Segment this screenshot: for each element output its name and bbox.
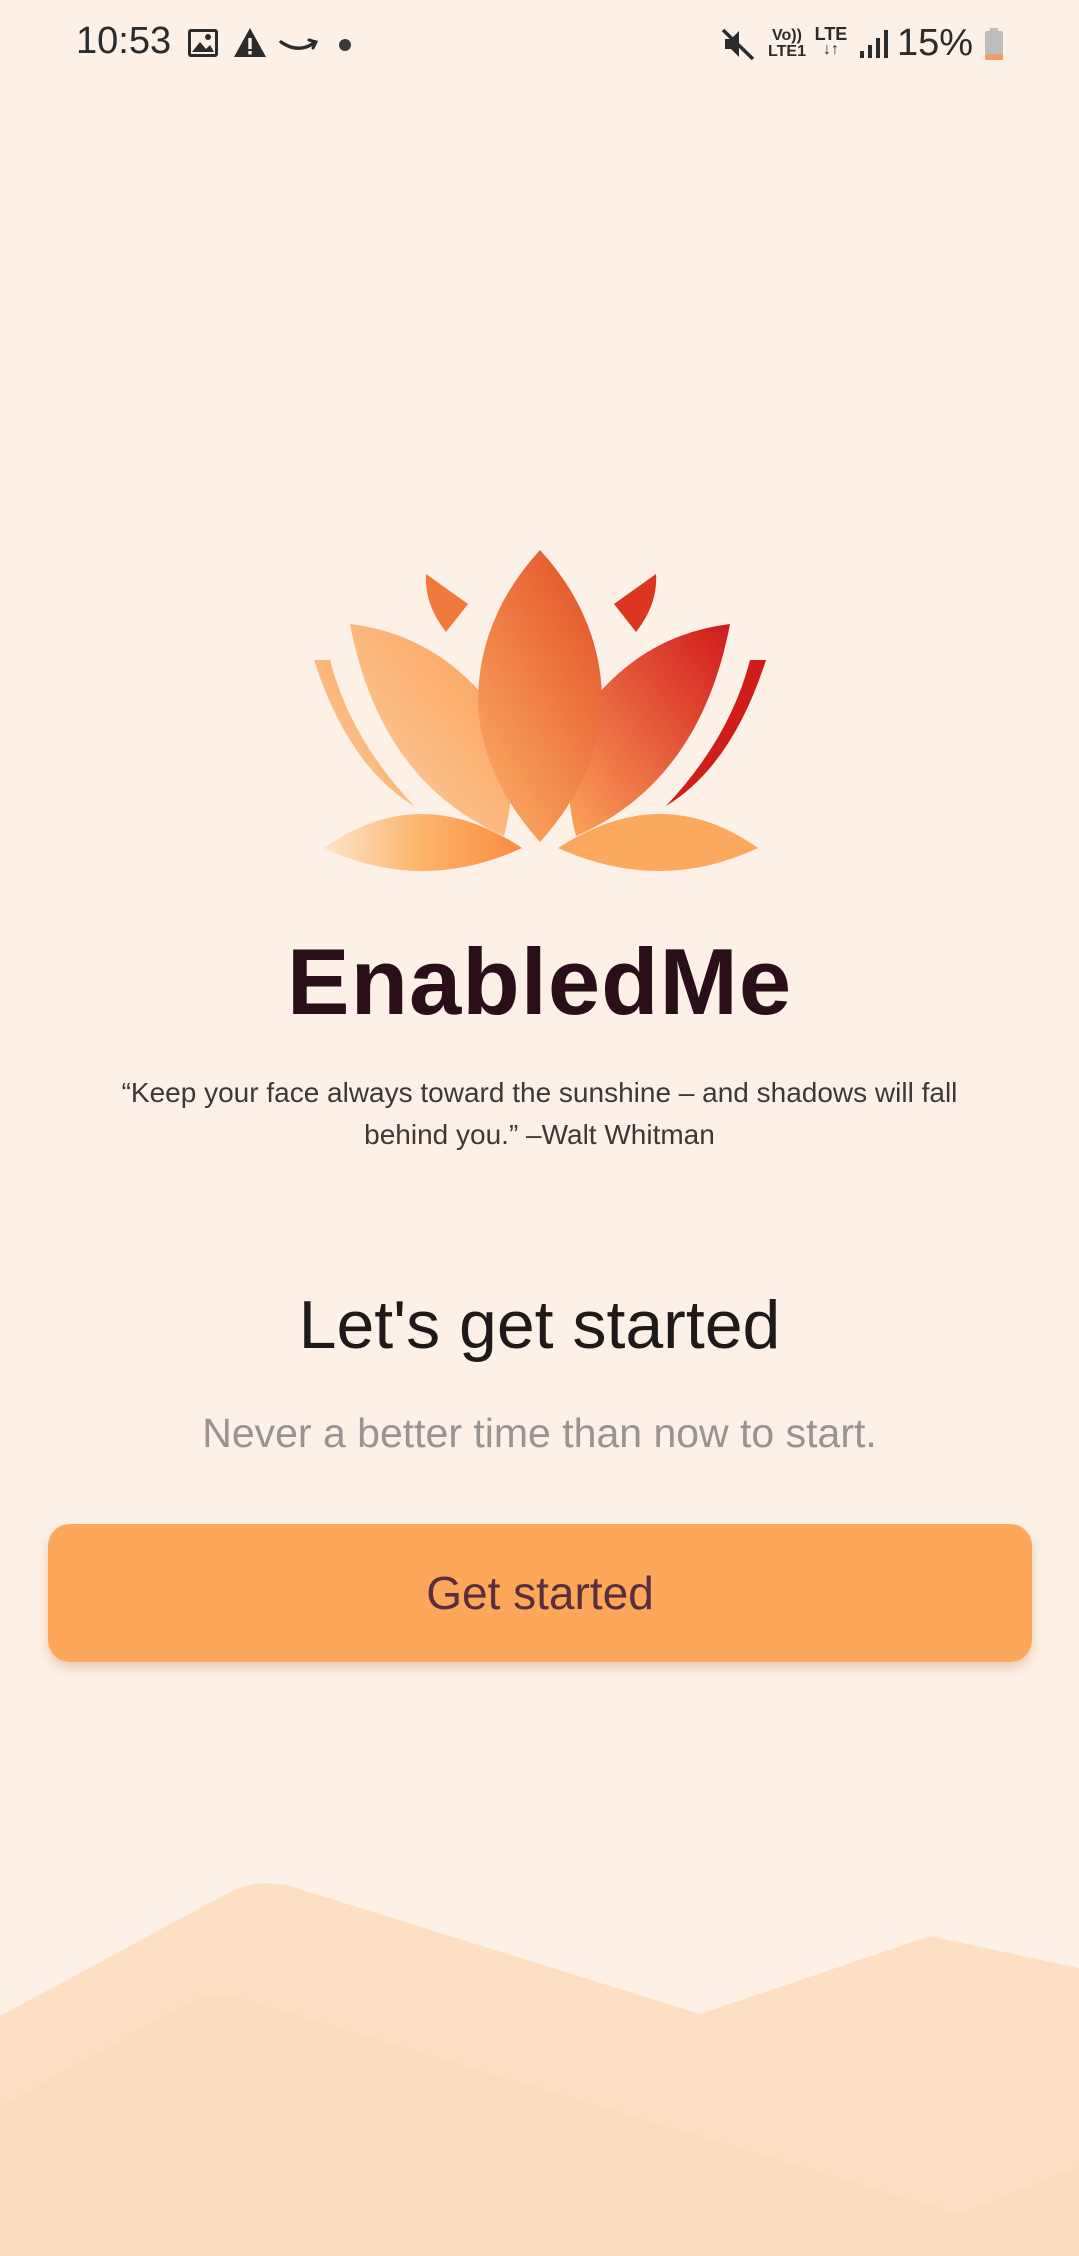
image-icon <box>188 29 218 57</box>
notification-dot-icon <box>339 39 351 51</box>
battery-icon <box>985 28 1003 60</box>
quote-text: “Keep your face always toward the sunshi… <box>121 1077 958 1150</box>
status-time: 10:53 <box>76 20 172 62</box>
app-logo <box>314 550 766 871</box>
signal-icon <box>860 30 888 58</box>
page-subtitle: Never a better time than now to start. <box>202 1410 877 1456</box>
app-name: EnabledMe <box>286 929 793 1034</box>
warning-icon <box>234 28 266 57</box>
get-started-button[interactable]: Get started <box>48 1524 1032 1662</box>
mute-icon <box>721 28 755 61</box>
background-waves <box>0 1883 1079 2256</box>
amazon-icon <box>279 38 319 50</box>
battery-percent: 15% <box>896 22 973 64</box>
status-bar: 10:53 Vo)) LTE1 LTE ↓↑ 15% <box>0 0 1079 92</box>
page-title: Let's get started <box>298 1287 781 1363</box>
volte-icon: Vo)) LTE1 <box>768 27 806 60</box>
lte-icon: LTE ↓↑ <box>814 24 848 58</box>
